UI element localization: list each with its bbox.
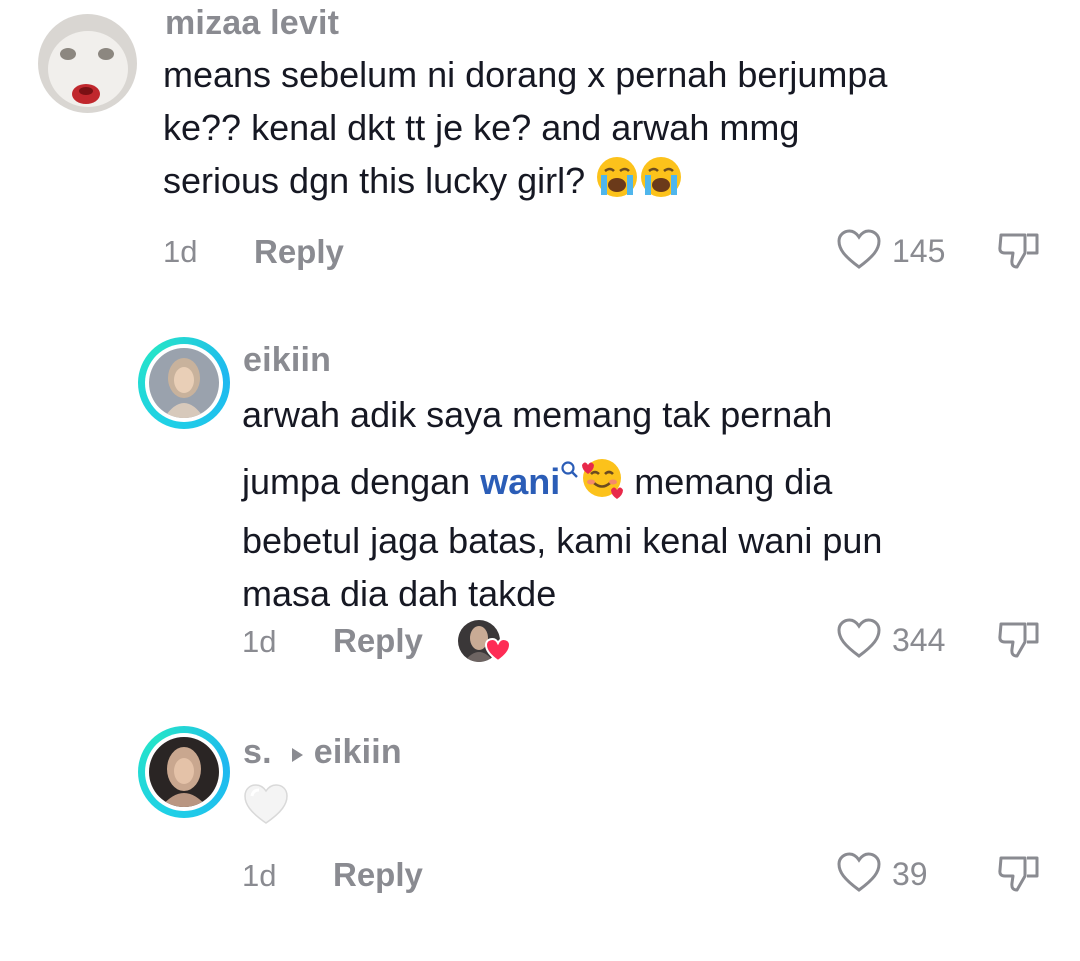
loudly-crying-face-icon: [595, 155, 639, 213]
reply-button[interactable]: Reply: [333, 622, 423, 660]
comment-line-text: serious dgn this lucky girl?: [163, 160, 586, 201]
comment-text: means sebelum ni dorang x pernah berjump…: [163, 48, 887, 213]
comment-line: serious dgn this lucky girl?: [163, 154, 887, 213]
thumbs-down-icon: [998, 233, 1039, 269]
loudly-crying-face-icon: [639, 155, 683, 213]
reply-button[interactable]: Reply: [254, 233, 344, 271]
search-icon[interactable]: [560, 441, 580, 494]
comment-text: arwah adik saya memang tak pernah jumpa …: [242, 388, 882, 620]
comment-line: ke?? kenal dkt tt je ke? and arwah mmg: [163, 107, 800, 148]
like-count: 145: [892, 233, 946, 269]
white-heart-icon: [243, 782, 289, 831]
comment-line: masa dia dah takde: [242, 573, 557, 614]
reply-to-username[interactable]: eikiin: [314, 733, 402, 772]
thumbs-down-icon: [998, 856, 1039, 892]
comment-username[interactable]: eikiin: [243, 341, 331, 380]
heart-outline-icon: [836, 228, 882, 275]
like-count: 39: [892, 856, 928, 892]
mention-link[interactable]: wani: [480, 461, 560, 502]
comment-line: bebetul jaga batas, kami kenal wani pun: [242, 520, 883, 561]
comment-line-text: memang dia: [624, 461, 833, 502]
heart-outline-icon: [836, 851, 882, 898]
comment-time: 1d: [242, 624, 277, 659]
reply-button[interactable]: Reply: [333, 856, 423, 894]
like-count: 344: [892, 622, 946, 658]
comment-line: jumpa dengan wani memang dia: [242, 441, 882, 514]
comment-username[interactable]: mizaa levit: [165, 4, 339, 43]
avatar-story-ring[interactable]: [138, 337, 230, 429]
heart-icon: [484, 637, 512, 668]
dislike-button[interactable]: [997, 229, 1043, 278]
smiling-face-with-hearts-icon: [580, 456, 624, 514]
comment-time: 1d: [242, 858, 277, 893]
thumbs-down-icon: [998, 622, 1039, 658]
like-button[interactable]: 344: [836, 617, 945, 664]
comment-username[interactable]: s. eikiin: [243, 733, 402, 772]
avatar: [149, 348, 219, 418]
comment-line: arwah adik saya memang tak pernah: [242, 394, 833, 435]
avatar-story-ring[interactable]: [138, 726, 230, 818]
comment-line-text: jumpa dengan: [242, 461, 481, 502]
like-button[interactable]: 39: [836, 851, 928, 898]
like-button[interactable]: 145: [836, 228, 945, 275]
heart-outline-icon: [836, 617, 882, 664]
dislike-button[interactable]: [997, 852, 1043, 901]
creator-liked-badge: [458, 620, 512, 664]
avatar: [149, 737, 219, 807]
avatar[interactable]: [38, 14, 137, 113]
username-text[interactable]: s.: [243, 733, 272, 772]
comment-line: means sebelum ni dorang x pernah berjump…: [163, 54, 888, 95]
comment-time: 1d: [163, 234, 198, 269]
dislike-button[interactable]: [997, 618, 1043, 667]
caret-right-icon: [290, 733, 304, 772]
